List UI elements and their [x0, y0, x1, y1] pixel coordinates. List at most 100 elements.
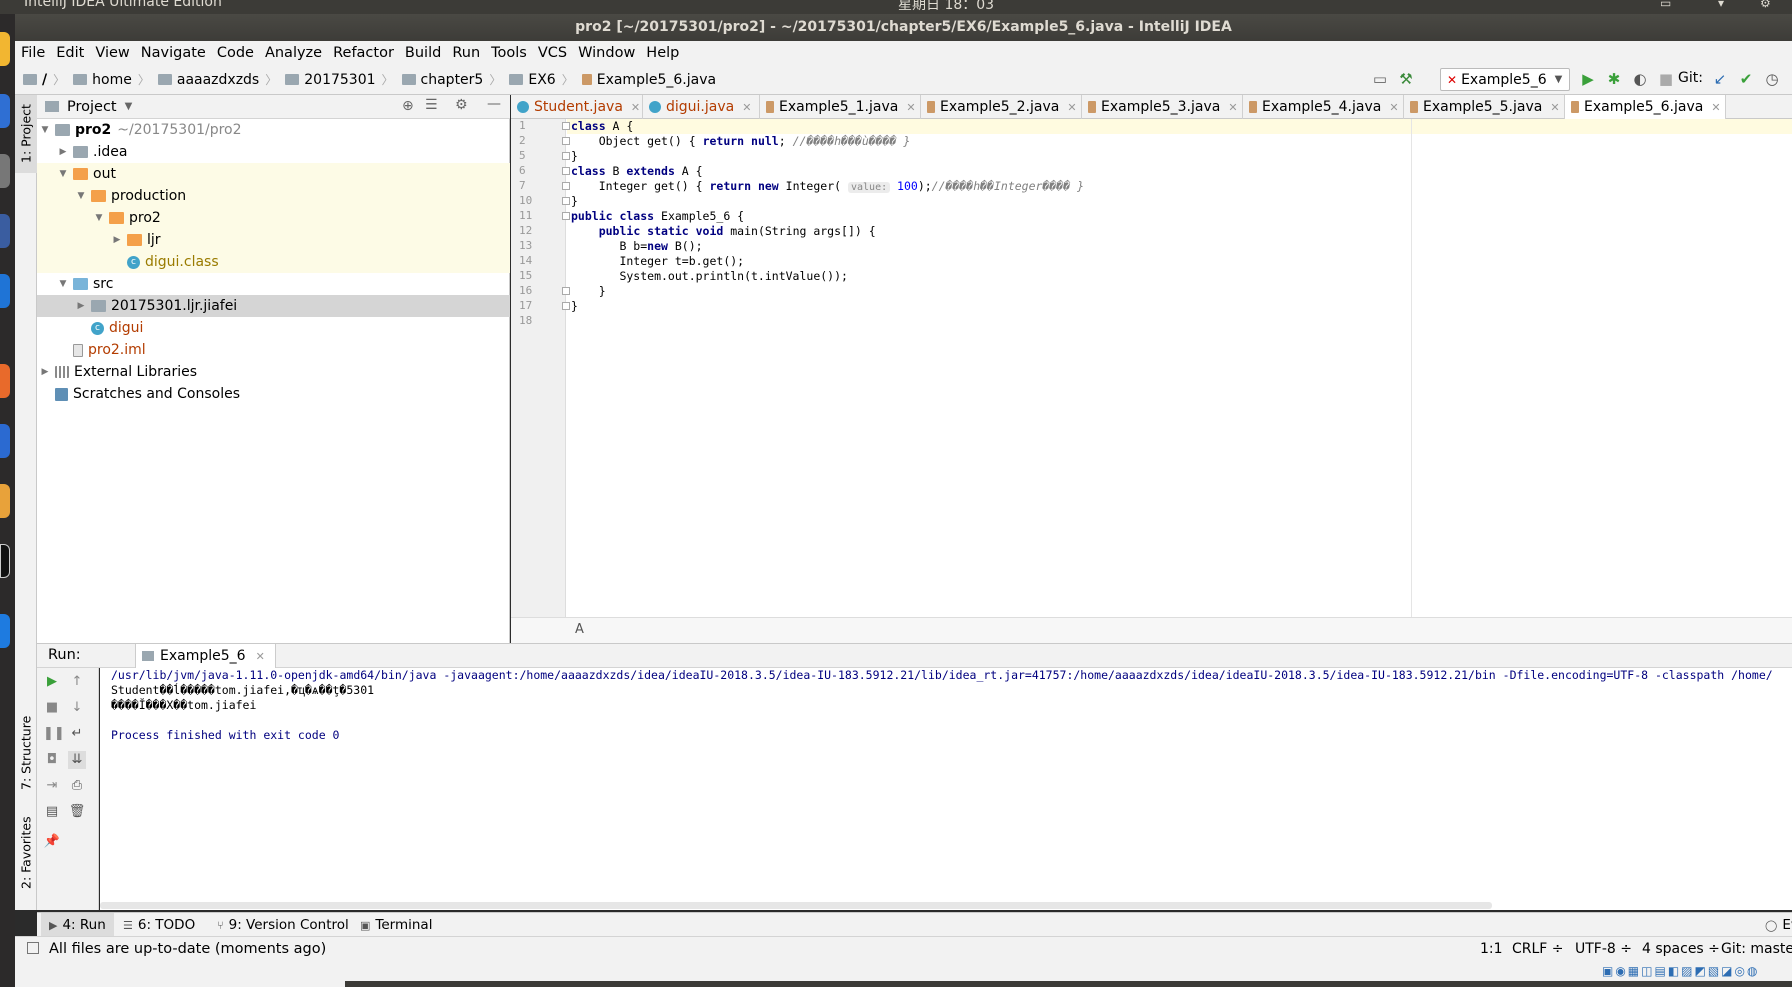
close-icon[interactable]: ✕	[1067, 101, 1076, 114]
print-icon[interactable]: ⎙	[68, 777, 86, 795]
launcher-app-icon[interactable]	[0, 424, 10, 458]
tab-terminal[interactable]: ▣ Terminal	[352, 913, 440, 937]
tab-todo[interactable]: ☰ 6: TODO	[115, 913, 203, 937]
launcher-app-icon[interactable]	[0, 544, 10, 578]
menu-window[interactable]: Window	[572, 45, 640, 61]
menu-navigate[interactable]: Navigate	[135, 45, 211, 61]
breadcrumb-file[interactable]: Example5_6.java	[574, 72, 716, 88]
tree-item-iml[interactable]: pro2.iml	[37, 339, 510, 361]
fold-marker-icon[interactable]	[562, 197, 570, 205]
menu-run[interactable]: Run	[446, 45, 485, 61]
tree-item-pro2-output[interactable]: ▼ pro2	[37, 207, 510, 229]
toggle-tool-windows-icon[interactable]	[27, 942, 39, 954]
launcher-app-icon[interactable]	[0, 154, 10, 188]
breadcrumb-project[interactable]: 20175301 〉	[277, 71, 394, 88]
hide-icon[interactable]: —	[487, 96, 501, 112]
debug-icon[interactable]: ✱	[1605, 70, 1623, 88]
run-console[interactable]: /usr/lib/jvm/java-1.11.0-openjdk-amd64/b…	[100, 668, 1792, 910]
trash-icon[interactable]: 🗑	[68, 803, 86, 821]
scroll-to-end-icon[interactable]: ⇊	[68, 751, 86, 769]
fold-marker-icon[interactable]	[562, 137, 570, 145]
network-tray-icon[interactable]: ▾	[1718, 0, 1724, 10]
fold-marker-icon[interactable]	[562, 122, 570, 130]
tab-digui-java[interactable]: digui.java ✕	[643, 95, 760, 119]
launcher-app-icon[interactable]	[0, 484, 10, 518]
code-editor[interactable]: 1 2 5 6 7 10 11 12 13 14 15 16 17 18 cla…	[511, 119, 1792, 617]
close-icon[interactable]: ✕	[1711, 101, 1720, 114]
menu-edit[interactable]: Edit	[50, 45, 89, 61]
tree-item-out[interactable]: ▼ out	[37, 163, 510, 185]
menu-code[interactable]: Code	[211, 45, 259, 61]
launcher-app-icon[interactable]	[0, 364, 10, 398]
git-update-icon[interactable]: ↙	[1711, 70, 1729, 88]
run-icon[interactable]: ▶	[1579, 70, 1597, 88]
menu-tools[interactable]: Tools	[485, 45, 532, 61]
os-app-name[interactable]: IntelliJ IDEA Ultimate Edition	[24, 0, 222, 10]
chevron-down-icon[interactable]: ▼	[125, 101, 133, 112]
launcher-app-icon[interactable]	[0, 214, 10, 248]
coverage-icon[interactable]: ◐	[1631, 70, 1649, 88]
camera-icon[interactable]: ◘	[43, 751, 61, 769]
pause-icon[interactable]: ❚❚	[43, 725, 65, 743]
breadcrumb-chapter[interactable]: chapter5 〉	[394, 71, 501, 88]
close-icon[interactable]: ✕	[1550, 101, 1559, 114]
tray-icons[interactable]: ▣◉▦◫▤◧▨◩▧◪◎◍	[1602, 964, 1759, 978]
run-tab-example5-6[interactable]: Example5_6 ✕	[135, 644, 276, 668]
tab-example5-5[interactable]: Example5_5.java ✕	[1404, 95, 1565, 119]
stop-icon[interactable]: ■	[1657, 70, 1675, 88]
tree-item-package[interactable]: ▶ 20175301.ljr.jiafei	[37, 295, 510, 317]
launcher-app-icon[interactable]	[0, 32, 10, 66]
close-icon[interactable]: ✕	[906, 101, 915, 114]
launcher-app-icon[interactable]	[0, 274, 10, 308]
fold-marker-icon[interactable]	[562, 167, 570, 175]
close-icon[interactable]: ✕	[1389, 101, 1398, 114]
horizontal-scrollbar[interactable]	[100, 902, 1492, 909]
close-icon[interactable]: ✕	[256, 650, 265, 663]
launcher-app-icon[interactable]	[0, 614, 10, 648]
fold-marker-icon[interactable]	[562, 212, 570, 220]
locate-icon[interactable]: ⊕	[402, 98, 414, 114]
tab-student-java[interactable]: Student.java ✕	[511, 95, 643, 119]
tab-favorites[interactable]: 2: Favorites	[15, 807, 37, 899]
launcher-app-icon[interactable]	[0, 94, 10, 128]
encoding-select[interactable]: UTF-8 ÷	[1575, 941, 1632, 957]
breadcrumb-home[interactable]: home 〉	[65, 71, 150, 88]
fold-marker-icon[interactable]	[562, 302, 570, 310]
breadcrumb-ex6[interactable]: EX6 〉	[501, 71, 574, 88]
menu-help[interactable]: Help	[640, 45, 684, 61]
tab-example5-2[interactable]: Example5_2.java ✕	[921, 95, 1082, 119]
menu-build[interactable]: Build	[399, 45, 446, 61]
menu-vcs[interactable]: VCS	[532, 45, 572, 61]
git-commit-icon[interactable]: ✔	[1737, 70, 1755, 88]
frame-icon[interactable]: ▭	[1371, 70, 1389, 88]
tree-item-digui-class[interactable]: c digui.class	[37, 251, 510, 273]
editor-breadcrumb-class[interactable]: A	[575, 622, 584, 637]
keyboard-tray-icon[interactable]: ▭	[1660, 0, 1671, 10]
scroll-up-icon[interactable]: ↑	[68, 673, 86, 691]
tree-item-pro2[interactable]: ▼ pro2 ~/20175301/pro2	[37, 119, 510, 141]
login-icon[interactable]: ⇥	[43, 777, 61, 795]
rerun-icon[interactable]: ▶	[43, 673, 61, 691]
menu-view[interactable]: View	[89, 45, 134, 61]
tree-item-idea[interactable]: ▶ .idea	[37, 141, 510, 163]
gear-icon[interactable]: ⚙	[455, 97, 468, 113]
tab-example5-1[interactable]: Example5_1.java ✕	[760, 95, 921, 119]
fold-marker-icon[interactable]	[562, 287, 570, 295]
menu-analyze[interactable]: Analyze	[259, 45, 327, 61]
close-icon[interactable]: ✕	[1228, 101, 1237, 114]
tab-example5-4[interactable]: Example5_4.java ✕	[1243, 95, 1404, 119]
caret-position[interactable]: 1:1	[1480, 941, 1503, 957]
run-configuration-select[interactable]: ✕ Example5_6 ▼	[1440, 68, 1570, 91]
tab-structure[interactable]: 7: Structure	[15, 707, 37, 799]
tab-run[interactable]: ▶ 4: Run	[41, 913, 114, 937]
fold-marker-icon[interactable]	[562, 152, 570, 160]
close-icon[interactable]: ✕	[631, 101, 640, 114]
breadcrumb-root[interactable]: / 〉	[15, 71, 65, 88]
project-view-select[interactable]: Project	[67, 99, 117, 115]
tab-example5-3[interactable]: Example5_3.java ✕	[1082, 95, 1243, 119]
tab-project[interactable]: 1: Project	[15, 95, 37, 173]
breadcrumb-user[interactable]: aaaazdxzds 〉	[150, 71, 277, 88]
layout-icon[interactable]: ▤	[43, 803, 61, 821]
tab-example5-6[interactable]: Example5_6.java ✕	[1565, 95, 1726, 119]
tab-event-log[interactable]: ◯ Ev	[1757, 913, 1792, 937]
